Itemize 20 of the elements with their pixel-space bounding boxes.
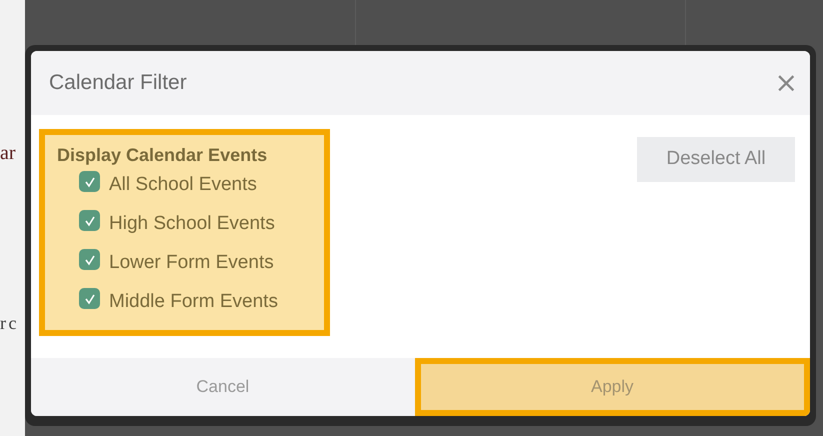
page-text: ar [0, 141, 16, 166]
footer-button[interactable]: Apply [414, 358, 810, 416]
deselect-all-button[interactable]: Deselect All [637, 137, 795, 182]
checkbox[interactable] [79, 210, 100, 231]
checkbox-label: Lower Form Events [109, 251, 274, 276]
check-icon [84, 254, 96, 266]
check-icon [84, 292, 96, 304]
checkbox-label: Middle Form Events [109, 290, 278, 314]
checkbox-label: High School Events [109, 212, 275, 236]
page-text: r c [0, 312, 16, 335]
check-icon [84, 176, 96, 188]
footer-button[interactable]: Cancel [31, 358, 414, 416]
checkbox[interactable] [79, 171, 100, 192]
dialog-title: Calendar Filter [49, 70, 187, 96]
close-button[interactable]: × [774, 69, 798, 97]
checkbox[interactable] [79, 249, 100, 270]
group-heading: Display Calendar Events [57, 144, 268, 166]
check-icon [84, 214, 96, 226]
checkbox[interactable] [79, 288, 100, 309]
checkbox-label: All School Events [109, 173, 257, 198]
